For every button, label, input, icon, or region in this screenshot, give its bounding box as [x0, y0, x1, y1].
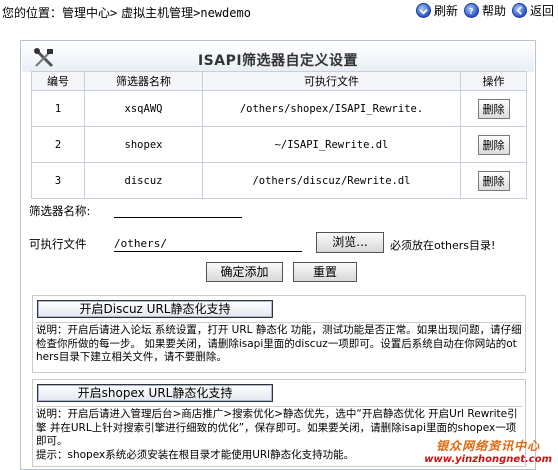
cell-file: /others/discuz/Rewrite.dl: [202, 162, 461, 199]
executable-file-input[interactable]: /others/: [114, 237, 302, 252]
enable-shopex-button[interactable]: 开启shopex URL静态化支持: [37, 384, 273, 402]
svg-text:?: ?: [469, 6, 474, 15]
filters-table: 编号 筛选器名称 可执行文件 操作 1 xsqAWQ /others/shope…: [31, 71, 527, 199]
column-header-action: 操作: [460, 71, 527, 91]
filter-name-input[interactable]: [114, 203, 242, 218]
others-note: 必须放在others目录!: [390, 239, 496, 252]
cell-number: 1: [31, 90, 85, 127]
table-row: 2 shopex ~/ISAPI_Rewrite.dl 删除: [31, 126, 527, 163]
reset-button[interactable]: 重置: [293, 262, 357, 282]
cell-action: 删除: [460, 162, 527, 199]
column-header-name: 筛选器名称: [84, 71, 203, 91]
cell-name: xsqAWQ: [84, 90, 203, 127]
help-link[interactable]: ? 帮助: [463, 2, 506, 19]
cell-action: 删除: [460, 126, 527, 163]
breadcrumb-prefix: 您的位置：: [2, 6, 63, 20]
page-title: ISAPI筛选器自定义设置: [197, 53, 359, 69]
breadcrumb: 您的位置：管理中心> 虚拟主机管理>newdemo: [2, 4, 251, 21]
table-row: 1 xsqAWQ /others/shopex/ISAPI_Rewrite. 删…: [31, 90, 527, 127]
cell-action: 删除: [460, 90, 527, 127]
title-bar: ISAPI筛选器自定义设置: [22, 42, 534, 72]
breadcrumb-separator: >: [110, 6, 118, 20]
back-icon: [511, 3, 527, 18]
column-header-number: 编号: [31, 71, 85, 91]
help-icon: ?: [463, 3, 479, 18]
enable-discuz-button[interactable]: 开启Discuz URL静态化支持: [37, 300, 273, 318]
column-header-file: 可执行文件: [202, 71, 461, 91]
cell-number: 3: [31, 162, 85, 199]
breadcrumb-item-virtual-host[interactable]: 虚拟主机管理: [121, 6, 193, 20]
delete-button[interactable]: 删除: [477, 170, 510, 191]
top-links: 刷新 ? 帮助 返回: [415, 2, 554, 19]
delete-button[interactable]: 删除: [477, 98, 510, 119]
logo-url: www.yinzhongnet.com: [424, 454, 552, 465]
executable-file-label: 可执行文件: [29, 237, 87, 251]
table-row: 3 discuz /others/discuz/Rewrite.dl 删除: [31, 162, 527, 199]
confirm-add-button[interactable]: 确定添加: [206, 262, 283, 282]
refresh-icon: [415, 3, 431, 18]
cell-file: /others/shopex/ISAPI_Rewrite.: [202, 90, 461, 127]
top-bar: 您的位置：管理中心> 虚拟主机管理>newdemo 刷新 ? 帮助 返回: [0, 0, 558, 24]
site-logo: 银众网络资讯中心 www.yinzhongnet.com: [424, 437, 552, 465]
help-label: 帮助: [481, 4, 506, 18]
cell-name: discuz: [84, 162, 203, 199]
cell-file: ~/ISAPI_Rewrite.dl: [202, 126, 461, 163]
breadcrumb-item-current: newdemo: [200, 6, 251, 20]
cell-name: shopex: [84, 126, 203, 163]
discuz-description: 说明：开启后请进入论坛 系统设置，打开 URL 静态化 功能，测试功能是否正常。…: [36, 322, 522, 363]
refresh-label: 刷新: [433, 4, 458, 18]
refresh-link[interactable]: 刷新: [415, 2, 458, 19]
back-label: 返回: [529, 4, 554, 18]
browse-button[interactable]: 浏览...: [316, 232, 384, 253]
discuz-section: 开启Discuz URL静态化支持 说明：开启后请进入论坛 系统设置，打开 UR…: [32, 295, 526, 373]
cell-number: 2: [31, 126, 85, 163]
table-header-row: 编号 筛选器名称 可执行文件 操作: [31, 71, 527, 91]
shopex-tip: 提示：shopex系统必须安装在根目录才能使用URl静态化支持功能。: [36, 448, 355, 461]
back-link[interactable]: 返回: [511, 2, 554, 19]
filter-name-label: 筛选器名称:: [29, 204, 91, 218]
breadcrumb-item-admin[interactable]: 管理中心: [62, 6, 110, 20]
delete-button[interactable]: 删除: [477, 134, 510, 155]
logo-title: 银众网络资讯中心: [436, 439, 541, 453]
main-panel: ISAPI筛选器自定义设置 编号 筛选器名称 可执行文件 操作 1 xsqAWQ…: [20, 40, 536, 470]
